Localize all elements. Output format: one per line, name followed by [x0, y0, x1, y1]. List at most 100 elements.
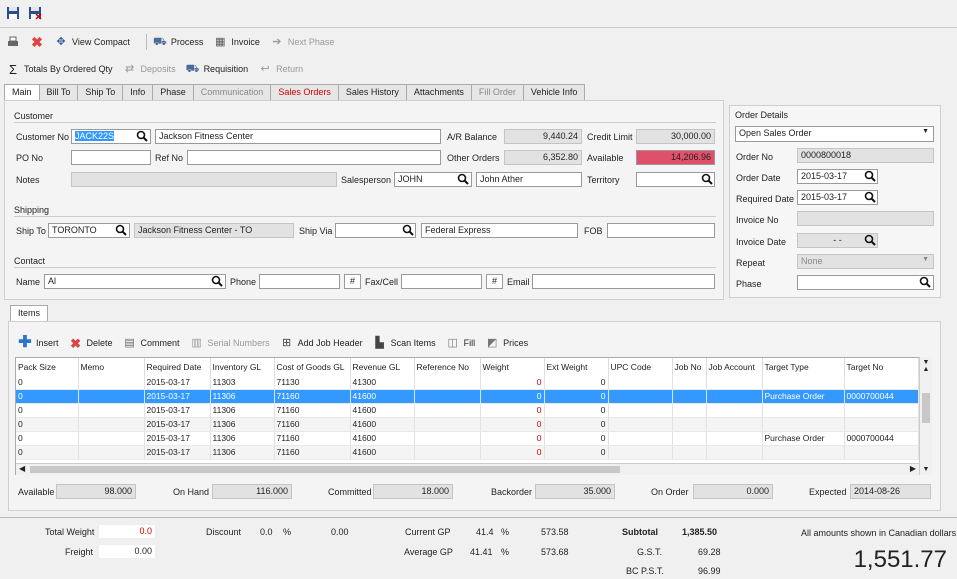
table-cell[interactable]: 71130	[274, 375, 351, 390]
table-cell[interactable]	[706, 389, 763, 404]
table-cell[interactable]: 11306	[210, 389, 275, 404]
table-cell[interactable]	[414, 375, 481, 390]
search-icon[interactable]	[864, 170, 876, 182]
table-row[interactable]: 0 2015-03-17 11306 71160 41600 0 0	[16, 403, 919, 418]
table-cell[interactable]: 41600	[350, 445, 415, 460]
prices-button[interactable]: ◩ Prices	[485, 336, 528, 350]
col-weight[interactable]: Weight	[480, 358, 545, 375]
table-cell[interactable]	[414, 417, 481, 432]
next-phase-button[interactable]: ➔ Next Phase	[270, 35, 334, 49]
col-inventory-gl[interactable]: Inventory GL	[210, 358, 275, 375]
table-cell[interactable]: 0	[480, 403, 545, 418]
col-target-type[interactable]: Target Type	[762, 358, 845, 375]
return-button[interactable]: ↩ Return	[258, 62, 303, 76]
grid-horizontal-scrollbar[interactable]: ◀ ▶	[16, 463, 919, 475]
deposits-button[interactable]: ⇄ Deposits	[123, 62, 176, 76]
table-cell[interactable]: 11303	[210, 375, 275, 390]
table-cell[interactable]	[844, 403, 919, 418]
requisition-button[interactable]: ⛟ Requisition	[186, 62, 248, 76]
table-cell[interactable]: 41600	[350, 431, 415, 446]
table-cell[interactable]: 11306	[210, 445, 275, 460]
table-cell[interactable]	[672, 417, 707, 432]
discount-pct[interactable]: 0.0	[260, 527, 273, 537]
table-cell[interactable]: 2015-03-17	[144, 403, 211, 418]
fax-field[interactable]	[401, 274, 482, 289]
repeat-select[interactable]: None ▼	[797, 254, 934, 269]
col-pack-size[interactable]: Pack Size	[16, 358, 79, 375]
save-close-icon[interactable]	[28, 6, 42, 20]
table-cell[interactable]: 0	[480, 445, 545, 460]
table-cell[interactable]	[414, 403, 481, 418]
table-cell[interactable]: 41600	[350, 389, 415, 404]
view-compact-button[interactable]: ✥ View Compact	[54, 35, 129, 49]
scan-items-button[interactable]: ▙ Scan Items	[373, 336, 435, 350]
table-cell[interactable]	[78, 403, 145, 418]
table-cell[interactable]: 71160	[274, 431, 351, 446]
search-icon[interactable]	[919, 276, 931, 288]
add-job-header-button[interactable]: ⊞ Add Job Header	[280, 336, 363, 350]
table-cell[interactable]	[706, 417, 763, 432]
table-row[interactable]: 0 2015-03-17 11306 71160 41600 0 0 Purchase Ord…	[16, 431, 919, 446]
col-job-no[interactable]: Job No	[672, 358, 707, 375]
table-cell[interactable]	[608, 403, 673, 418]
table-cell[interactable]: Purchase Order	[762, 389, 845, 404]
search-icon[interactable]	[864, 234, 876, 246]
invoice-button[interactable]: ▦ Invoice	[213, 35, 260, 49]
table-cell[interactable]	[608, 417, 673, 432]
phase-field[interactable]	[797, 275, 934, 290]
table-cell[interactable]	[608, 389, 673, 404]
table-cell[interactable]	[706, 445, 763, 460]
table-cell[interactable]: 71160	[274, 417, 351, 432]
tab-fill-order[interactable]: Fill Order	[470, 84, 524, 100]
table-cell[interactable]	[706, 431, 763, 446]
table-cell[interactable]	[608, 375, 673, 390]
phone-dial-button[interactable]: #	[344, 274, 361, 289]
table-cell[interactable]: 71160	[274, 389, 351, 404]
table-cell[interactable]: 0	[544, 431, 609, 446]
table-cell[interactable]: 11306	[210, 417, 275, 432]
table-cell[interactable]	[78, 445, 145, 460]
table-cell[interactable]: 0	[544, 445, 609, 460]
table-cell[interactable]	[762, 417, 845, 432]
tab-bill-to[interactable]: Bill To	[38, 84, 79, 100]
notes-field[interactable]	[71, 172, 337, 187]
table-cell[interactable]	[672, 403, 707, 418]
process-button[interactable]: ⛟ Process	[153, 35, 203, 49]
table-cell[interactable]	[608, 431, 673, 446]
delete-order-button[interactable]: ✖	[30, 35, 44, 49]
save-icon[interactable]	[6, 6, 20, 20]
order-type-select[interactable]: Open Sales Order ▼	[735, 126, 934, 142]
tab-attachments[interactable]: Attachments	[405, 84, 472, 100]
delete-item-button[interactable]: ✖ Delete	[69, 336, 112, 350]
table-cell[interactable]: 2015-03-17	[144, 417, 211, 432]
col-upc-code[interactable]: UPC Code	[608, 358, 673, 375]
contact-name-field[interactable]: Al	[44, 274, 226, 289]
search-icon[interactable]	[457, 173, 469, 185]
table-cell[interactable]: Purchase Order	[762, 431, 845, 446]
table-cell[interactable]	[706, 403, 763, 418]
table-cell[interactable]	[414, 431, 481, 446]
table-cell[interactable]	[672, 375, 707, 390]
table-cell[interactable]: 2015-03-17	[144, 445, 211, 460]
table-cell[interactable]	[78, 417, 145, 432]
tab-communication[interactable]: Communication	[192, 84, 272, 100]
po-no-field[interactable]	[71, 150, 151, 165]
grid-vertical-scrollbar[interactable]: ▼ ▲ ▼	[919, 357, 932, 475]
table-row[interactable]: 0 2015-03-17 11306 71160 41600 0 0	[16, 417, 919, 432]
search-icon[interactable]	[211, 275, 223, 287]
table-cell[interactable]: 2015-03-17	[144, 389, 211, 404]
col-ext-weight[interactable]: Ext Weight	[544, 358, 609, 375]
search-icon[interactable]	[701, 173, 713, 185]
email-field[interactable]	[532, 274, 715, 289]
tab-phase[interactable]: Phase	[152, 84, 194, 100]
table-row[interactable]: 0 2015-03-17 11306 71160 41600 0 0	[16, 445, 919, 460]
col-cogs-gl[interactable]: Cost of Goods GL	[274, 358, 351, 375]
tab-sales-history[interactable]: Sales History	[337, 84, 407, 100]
search-icon[interactable]	[402, 224, 414, 236]
table-cell[interactable]	[78, 431, 145, 446]
table-cell[interactable]: 0	[480, 389, 545, 404]
totals-button[interactable]: Σ Totals By Ordered Qty	[6, 62, 113, 76]
table-cell[interactable]: 0	[480, 375, 545, 390]
table-cell[interactable]: 0	[480, 431, 545, 446]
insert-button[interactable]: ✚ Insert	[18, 335, 58, 351]
